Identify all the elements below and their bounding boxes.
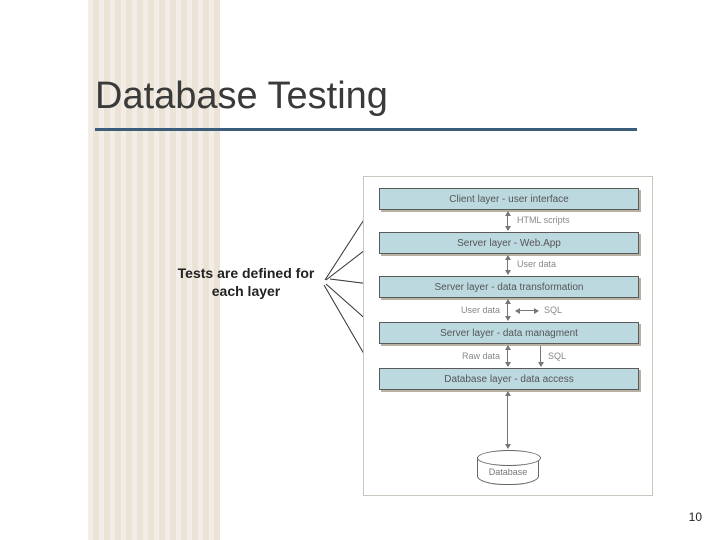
database-label: Database [477,467,539,477]
flow-sql1: SQL [544,305,562,315]
flow-htmlscripts: HTML scripts [517,215,570,225]
title-underline [95,128,637,131]
layer-datamgmt: Server layer - data managment [379,322,639,344]
architecture-diagram: Client layer - user interface Server lay… [363,176,653,496]
slide: Database Testing Tests are defined for e… [0,0,720,540]
harrow-userdata-sql [516,310,538,311]
flow-userdata2: User data [461,305,500,315]
annotation-line1: Tests are defined for [178,265,315,281]
layer-client: Client layer - user interface [379,188,639,210]
arrow-mgmt-dbaccess-right [540,346,541,366]
flow-sql2: SQL [548,351,566,361]
slide-title: Database Testing [95,75,388,118]
annotation-line2: each layer [212,283,281,299]
layer-transform: Server layer - data transformation [379,276,639,298]
layer-dbaccess: Database layer - data access [379,368,639,390]
flow-userdata1: User data [517,259,556,269]
layer-webapp: Server layer - Web.App [379,232,639,254]
arrow-transform-mgmt [507,300,508,320]
annotation-text: Tests are defined for each layer [156,265,336,300]
arrow-dbaccess-database [507,392,508,448]
arrow-webapp-transform [507,256,508,274]
page-number: 10 [689,510,702,524]
arrow-client-webapp [507,212,508,230]
flow-rawdata: Raw data [462,351,500,361]
arrow-mgmt-dbaccess-left [507,346,508,366]
